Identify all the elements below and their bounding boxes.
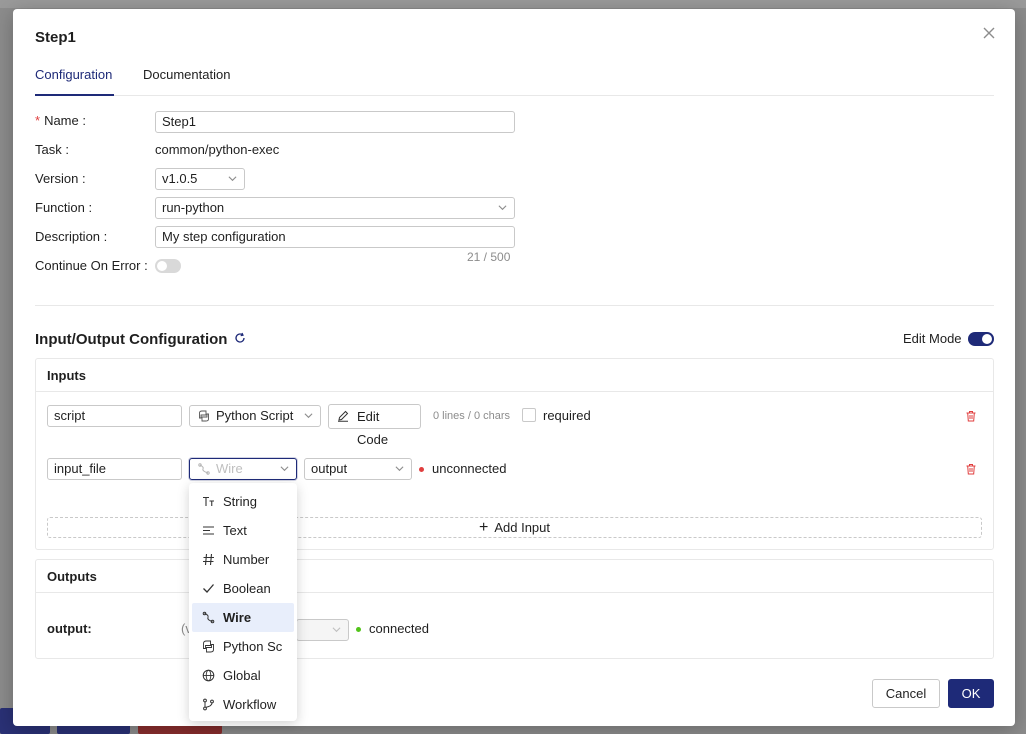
edit-mode-label: Edit Mode bbox=[903, 331, 962, 346]
outputs-panel-title: Outputs bbox=[36, 560, 993, 593]
description-label: Description : bbox=[35, 229, 108, 244]
status-dot bbox=[419, 467, 424, 472]
input-type-select[interactable]: Wire bbox=[189, 458, 297, 480]
name-label: * Name : bbox=[35, 113, 86, 128]
input-type-select[interactable]: Python Script bbox=[189, 405, 321, 427]
edit-mode-toggle[interactable] bbox=[968, 332, 994, 346]
section-divider bbox=[35, 305, 994, 306]
dropdown-item-label: Number bbox=[223, 552, 270, 567]
script-stats: 0 lines / 0 chars bbox=[433, 410, 511, 422]
dropdown-item-label: Global bbox=[223, 668, 261, 683]
input-source-value: output bbox=[311, 461, 348, 476]
add-input-label: Add Input bbox=[494, 520, 550, 535]
input-name-field[interactable]: input_file bbox=[47, 458, 182, 480]
continue-on-error-toggle[interactable] bbox=[155, 259, 181, 273]
function-select[interactable]: run-python bbox=[155, 197, 515, 219]
plus-icon: + bbox=[479, 519, 489, 536]
input-type-placeholder: Wire bbox=[216, 461, 243, 476]
wire-icon bbox=[198, 463, 210, 475]
chevron-down-icon bbox=[280, 466, 289, 472]
toggle-knob bbox=[982, 334, 992, 344]
toggle-knob bbox=[157, 261, 167, 271]
function-label: Function : bbox=[35, 200, 93, 215]
dropdown-item-boolean[interactable]: Boolean bbox=[189, 574, 297, 603]
globe-icon bbox=[202, 669, 215, 682]
edit-code-button[interactable]: Edit Code bbox=[328, 404, 421, 447]
task-value: common/python-exec bbox=[155, 142, 280, 157]
edit-icon bbox=[338, 410, 349, 422]
background-header bbox=[0, 0, 1026, 8]
dropdown-item-label: Python Sc bbox=[223, 639, 283, 654]
inputs-panel-title: Inputs bbox=[36, 359, 993, 392]
tab-bar: Configuration Documentation bbox=[35, 67, 994, 96]
dropdown-item-label: Text bbox=[223, 523, 247, 538]
edit-code-label: Edit Code bbox=[357, 409, 389, 447]
dropdown-item-label: Boolean bbox=[223, 581, 271, 596]
status-dot bbox=[356, 627, 361, 632]
description-input[interactable]: My step configuration bbox=[155, 226, 515, 248]
hash-icon bbox=[203, 553, 214, 566]
chevron-down-icon bbox=[304, 413, 313, 419]
python-icon bbox=[199, 410, 209, 422]
text-type-icon bbox=[203, 496, 214, 506]
tab-configuration[interactable]: Configuration bbox=[35, 67, 114, 96]
align-left-icon bbox=[203, 526, 214, 535]
description-counter: 21 / 500 bbox=[467, 250, 511, 264]
chevron-down-icon bbox=[395, 466, 404, 472]
dropdown-item-text[interactable]: Text bbox=[189, 516, 297, 545]
chevron-down-icon bbox=[332, 627, 341, 633]
output-source-select[interactable] bbox=[296, 619, 349, 641]
modal-title: Step1 bbox=[35, 29, 76, 46]
dropdown-item-label: String bbox=[223, 494, 257, 509]
inputs-panel: Inputs script Python Script Edit Code 0 … bbox=[35, 358, 994, 550]
io-section-title: Input/Output Configuration bbox=[35, 331, 228, 348]
wire-icon bbox=[202, 611, 215, 624]
outputs-panel: Outputs output: (v connected bbox=[35, 559, 994, 659]
input-name-field[interactable]: script bbox=[47, 405, 182, 427]
branch-icon bbox=[203, 698, 214, 711]
dropdown-item-string[interactable]: String bbox=[189, 487, 297, 516]
check-icon bbox=[203, 584, 214, 593]
delete-icon[interactable] bbox=[965, 410, 977, 422]
dropdown-item-label: Wire bbox=[223, 610, 252, 625]
version-select[interactable]: v1.0.5 bbox=[155, 168, 245, 190]
required-label: required bbox=[543, 408, 591, 423]
tab-documentation[interactable]: Documentation bbox=[143, 67, 243, 96]
dropdown-item-global[interactable]: Global bbox=[189, 661, 297, 690]
dropdown-item-wire[interactable]: Wire bbox=[192, 603, 294, 632]
cancel-button[interactable]: Cancel bbox=[872, 679, 940, 708]
close-icon[interactable] bbox=[981, 25, 997, 41]
chevron-down-icon bbox=[228, 176, 237, 182]
ok-button[interactable]: OK bbox=[948, 679, 994, 708]
continue-on-error-label: Continue On Error : bbox=[35, 258, 148, 273]
dropdown-item-number[interactable]: Number bbox=[189, 545, 297, 574]
required-asterisk: * bbox=[35, 113, 41, 128]
input-type-value: Python Script bbox=[216, 408, 294, 423]
type-dropdown-menu: String Text Number Boolean Wire Python S… bbox=[189, 483, 297, 721]
output-name: output: bbox=[47, 621, 92, 636]
dropdown-item-python-script[interactable]: Python Sc bbox=[189, 632, 297, 661]
required-checkbox[interactable] bbox=[522, 408, 536, 422]
refresh-icon[interactable] bbox=[234, 332, 246, 344]
python-icon bbox=[203, 640, 214, 653]
version-label: Version : bbox=[35, 171, 86, 186]
version-value: v1.0.5 bbox=[162, 171, 198, 186]
delete-icon[interactable] bbox=[965, 463, 977, 475]
dropdown-item-label: Workflow bbox=[223, 697, 277, 712]
function-value: run-python bbox=[162, 200, 225, 215]
connection-status: unconnected bbox=[432, 461, 507, 476]
output-connection-status: connected bbox=[369, 621, 429, 636]
input-source-select[interactable]: output bbox=[304, 458, 412, 480]
name-input[interactable]: Step1 bbox=[155, 111, 515, 133]
task-label: Task : bbox=[35, 142, 69, 157]
dropdown-item-workflow[interactable]: Workflow bbox=[189, 690, 297, 719]
chevron-down-icon bbox=[498, 205, 507, 211]
step-config-modal: Step1 Configuration Documentation * Name … bbox=[13, 9, 1015, 726]
add-input-button[interactable]: + Add Input bbox=[47, 517, 982, 538]
